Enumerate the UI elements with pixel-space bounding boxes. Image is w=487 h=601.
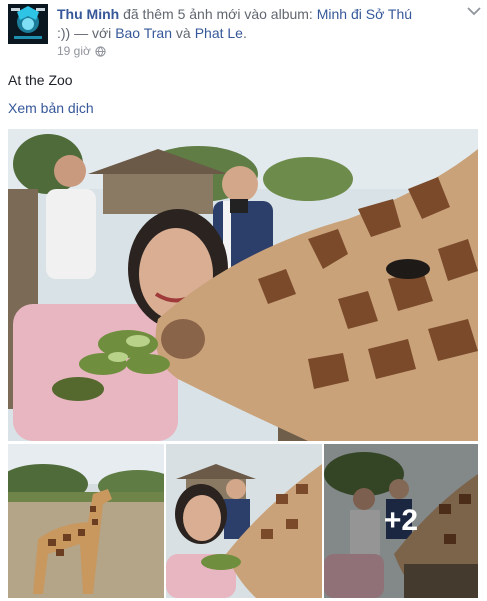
photo-young-giraffe — [8, 444, 164, 598]
with-text: — với — [74, 25, 112, 41]
more-photos-count: +2 — [383, 504, 419, 537]
album-link[interactable]: Minh đi Sở Thú — [317, 6, 412, 22]
photo-thumbnail[interactable] — [166, 444, 322, 598]
author-name-link[interactable]: Thu Minh — [57, 6, 119, 22]
photo-thumbnail[interactable] — [8, 444, 164, 598]
emoticon-text: :)) — [57, 25, 71, 41]
post-meta: 19 giờ — [57, 44, 106, 58]
author-avatar[interactable] — [8, 4, 48, 44]
post-options-chevron-icon[interactable] — [467, 6, 481, 16]
tagged-friend-link[interactable]: Phat Le — [195, 25, 243, 41]
main-photo[interactable] — [8, 129, 478, 441]
period-text: . — [242, 25, 247, 41]
see-translation-link[interactable]: Xem bản dịch — [8, 100, 94, 116]
photo-thumbnail-more[interactable]: +2 — [324, 444, 478, 598]
more-photos-overlay[interactable]: +2 — [324, 444, 478, 598]
and-text: và — [175, 25, 191, 41]
avatar-image — [8, 4, 48, 44]
photo-woman-with-giraffe — [166, 444, 322, 598]
post-header: Thu Minh đã thêm 5 ảnh mới vào album: Mi… — [57, 5, 457, 43]
photo-woman-feeding-giraffe — [8, 129, 478, 441]
globe-icon[interactable] — [95, 45, 106, 57]
post-caption: At the Zoo — [8, 72, 73, 88]
timestamp-link[interactable]: 19 giờ — [57, 44, 91, 58]
post-action-text: đã thêm 5 ảnh mới vào album: — [123, 6, 313, 22]
tagged-friend-link[interactable]: Bao Tran — [115, 25, 172, 41]
